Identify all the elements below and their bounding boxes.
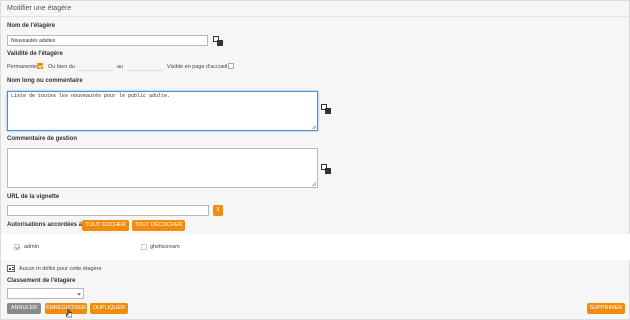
chevron-down-icon [77, 293, 81, 296]
thumbnail-label: URL de la vignette [7, 194, 60, 200]
user-label-ghellscream: ghellscream [150, 244, 180, 250]
shelf-name-input[interactable] [7, 35, 208, 46]
translate-icon[interactable] [321, 164, 331, 174]
permanent-label: Permanente [7, 64, 37, 70]
resize-grip-icon[interactable] [312, 125, 316, 129]
long-name-label: Nom long ou commentaire [7, 78, 83, 84]
delete-button[interactable]: SUPPRIMER [587, 303, 625, 314]
permanent-checkbox[interactable] [37, 63, 43, 69]
translate-icon[interactable] [321, 104, 331, 114]
ranking-label: Classement de l'étagère [7, 278, 76, 284]
translate-icon[interactable] [213, 36, 223, 46]
shelf-name-label: Nom de l'étagère [7, 23, 56, 29]
or-from-label: Ou bien du [48, 64, 75, 70]
thumbnail-url-input[interactable] [7, 205, 209, 216]
to-label: au [117, 64, 124, 70]
to-date-input[interactable] [127, 62, 163, 71]
title-divider [1, 16, 630, 17]
long-name-textarea[interactable]: Liste de toutes les nouveautés pour le p… [7, 91, 318, 131]
cancel-button[interactable]: ANNULER [7, 303, 41, 314]
management-comment-textarea[interactable] [7, 148, 318, 188]
validity-label: Validité de l'étagère [7, 51, 63, 57]
page-title: Modifier une étagère [7, 5, 72, 12]
tree-note-text: Aucun tri défini pour cette étagère [19, 266, 102, 272]
uncheck-all-button[interactable]: TOUT DÉCOCHER [132, 220, 185, 231]
homepage-checkbox[interactable] [228, 63, 234, 69]
from-date-input[interactable] [77, 62, 113, 71]
check-all-button[interactable]: TOUT COCHER [82, 220, 129, 231]
user-checkbox-ghellscream[interactable] [141, 244, 147, 250]
clear-thumbnail-button[interactable]: X [213, 205, 223, 216]
duplicate-button[interactable]: DUPLIQUER [90, 303, 128, 314]
tree-icon [7, 265, 15, 272]
edit-shelf-panel: Modifier une étagère Nom de l'étagère Va… [0, 0, 630, 320]
hand-cursor-icon [66, 309, 72, 318]
resize-grip-icon[interactable] [312, 182, 316, 186]
permissions-label: Autorisations accordées à : [7, 222, 86, 228]
management-comment-label: Commentaire de gestion [7, 136, 78, 142]
homepage-label: Visible en page d'accueil ? [167, 64, 232, 70]
user-checkbox-admin[interactable] [14, 244, 20, 250]
permissions-list: admin ghellscream [1, 234, 630, 260]
user-label-admin: admin [24, 244, 39, 250]
ranking-select[interactable] [7, 288, 84, 299]
